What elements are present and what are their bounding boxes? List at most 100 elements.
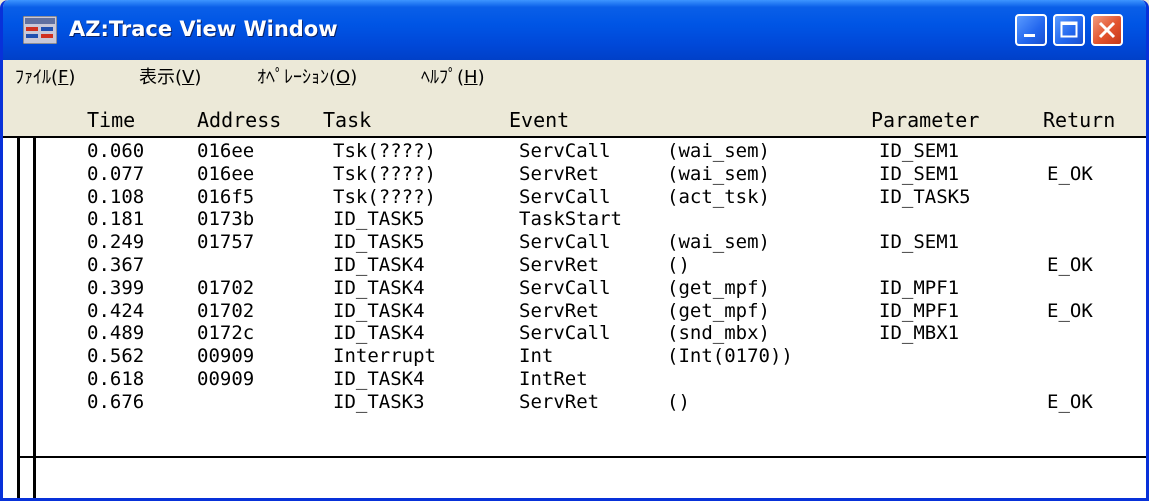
table-row[interactable]: 0.618 00909 ID_TASK4 IntRet	[3, 368, 1146, 391]
menu-file-key: F	[58, 67, 69, 88]
cell-task: ID_TASK4	[333, 253, 425, 276]
cell-event: ServRet	[519, 299, 600, 322]
maximize-button[interactable]	[1053, 14, 1085, 46]
cell-time: 0.676	[87, 390, 145, 413]
cell-time: 0.399	[87, 276, 145, 299]
menu-bar: ﾌｧｲﾙ(F) 表示(V) ｵﾍﾟﾚｰｼｮﾝ(O) ﾍﾙﾌﾟ(H)	[3, 60, 1146, 96]
cell-address: 016ee	[197, 162, 255, 185]
cell-param: ID_TASK5	[879, 185, 971, 208]
cell-time: 0.077	[87, 162, 145, 185]
menu-view[interactable]: 表示(V)	[139, 66, 201, 90]
cell-param: ID_MPF1	[879, 276, 960, 299]
close-button[interactable]	[1091, 14, 1123, 46]
cell-ret: E_OK	[1047, 390, 1093, 413]
cell-task: ID_TASK4	[333, 367, 425, 390]
col-time[interactable]: Time	[87, 108, 135, 132]
cell-ret: E_OK	[1047, 253, 1093, 276]
table-row[interactable]: 0.489 0172c ID_TASK4 ServCall (snd_mbx) ID_MB…	[3, 322, 1146, 345]
col-address[interactable]: Address	[197, 108, 281, 132]
cell-event: ServRet	[519, 253, 600, 276]
menu-operation-key: O	[336, 67, 351, 88]
table-row[interactable]: 0.181 0173b ID_TASK5 TaskStart	[3, 208, 1146, 231]
col-return[interactable]: Return	[1043, 108, 1115, 132]
maximize-icon	[1060, 21, 1078, 38]
cell-event: ServCall	[519, 185, 611, 208]
cell-event: ServCall	[519, 276, 611, 299]
cell-time: 0.618	[87, 367, 145, 390]
minimize-button[interactable]	[1015, 14, 1047, 46]
table-row[interactable]: 0.676 ID_TASK3 ServRet () E_OK	[3, 391, 1146, 414]
cell-arg: (wai_sem)	[667, 231, 770, 254]
cell-task: ID_TASK4	[333, 299, 425, 322]
column-header: Time Address Task Event Parameter Return	[3, 102, 1146, 136]
menu-operation-label: ｵﾍﾟﾚｰｼｮﾝ(	[257, 67, 337, 88]
cell-task: ID_TASK5	[333, 231, 425, 254]
cell-param: ID_SEM1	[879, 162, 960, 185]
cell-task: Interrupt	[333, 345, 436, 368]
col-event[interactable]: Event	[509, 108, 569, 132]
menu-file-suffix: )	[68, 67, 76, 88]
menu-operation[interactable]: ｵﾍﾟﾚｰｼｮﾝ(O)	[257, 66, 357, 90]
cell-ret: E_OK	[1047, 162, 1093, 185]
table-row[interactable]: 0.108 016f5 Tsk(????) ServCall (act_tsk) ID_T…	[3, 186, 1146, 209]
cell-event: ServCall	[519, 322, 611, 345]
cell-time: 0.562	[87, 345, 145, 368]
cell-event: ServRet	[519, 390, 600, 413]
trace-rows: 0.060 016ee Tsk(????) ServCall (wai_sem) ID_S…	[3, 140, 1146, 414]
title-bar[interactable]: AZ:Trace View Window	[3, 0, 1146, 60]
cell-arg: ()	[667, 390, 690, 413]
cell-event: ServCall	[519, 140, 611, 162]
cell-task: ID_TASK4	[333, 322, 425, 345]
cell-task: ID_TASK3	[333, 390, 425, 413]
table-row[interactable]: 0.399 01702 ID_TASK4 ServCall (get_mpf) ID_MP…	[3, 277, 1146, 300]
cell-param: ID_SEM1	[879, 140, 960, 162]
menu-view-suffix: )	[194, 67, 202, 88]
menu-help-suffix: )	[477, 67, 485, 88]
cell-address: 0172c	[197, 322, 255, 345]
cell-param: ID_MBX1	[879, 322, 960, 345]
cell-task: ID_TASK4	[333, 276, 425, 299]
menu-file-label: ﾌｧｲﾙ(	[15, 67, 59, 88]
cell-event: IntRet	[519, 367, 588, 390]
cell-task: Tsk(????)	[333, 162, 436, 185]
table-row[interactable]: 0.424 01702 ID_TASK4 ServRet (get_mpf) ID_MPF…	[3, 300, 1146, 323]
cell-arg: (wai_sem)	[667, 140, 770, 162]
menu-help-key: H	[464, 67, 478, 88]
cell-arg: (get_mpf)	[667, 276, 770, 299]
cell-address: 0173b	[197, 208, 255, 231]
trace-list[interactable]: 0.060 016ee Tsk(????) ServCall (wai_sem) ID_S…	[3, 136, 1146, 498]
menu-file[interactable]: ﾌｧｲﾙ(F)	[15, 66, 75, 90]
cell-arg: (Int(0170))	[667, 345, 793, 368]
menu-view-label: 表示(	[139, 67, 183, 88]
table-row[interactable]: 0.060 016ee Tsk(????) ServCall (wai_sem) ID_S…	[3, 140, 1146, 163]
close-icon	[1098, 21, 1116, 39]
menu-help-label: ﾍﾙﾌﾟ(	[421, 67, 465, 88]
cell-time: 0.249	[87, 231, 145, 254]
cell-time: 0.060	[87, 140, 145, 162]
table-row[interactable]: 0.367 ID_TASK4 ServRet () E_OK	[3, 254, 1146, 277]
table-row[interactable]: 0.249 01757 ID_TASK5 ServCall (wai_sem) ID_SE…	[3, 231, 1146, 254]
cell-address: 016f5	[197, 185, 255, 208]
cell-address: 00909	[197, 345, 255, 368]
col-parameter[interactable]: Parameter	[871, 108, 979, 132]
window-title: AZ:Trace View Window	[69, 17, 338, 41]
cell-event: TaskStart	[519, 208, 622, 231]
table-row[interactable]: 0.077 016ee Tsk(????) ServRet (wai_sem) ID_SE…	[3, 163, 1146, 186]
menu-operation-suffix: )	[350, 67, 358, 88]
cell-task: Tsk(????)	[333, 140, 436, 162]
col-task[interactable]: Task	[323, 108, 371, 132]
cell-arg: (act_tsk)	[667, 185, 770, 208]
cell-event: ServRet	[519, 162, 600, 185]
cell-task: Tsk(????)	[333, 185, 436, 208]
cell-param: ID_MPF1	[879, 299, 960, 322]
cell-address: 01702	[197, 299, 255, 322]
menu-help[interactable]: ﾍﾙﾌﾟ(H)	[421, 66, 485, 90]
table-row[interactable]: 0.562 00909 Interrupt Int (Int(0170))	[3, 345, 1146, 368]
cell-time: 0.367	[87, 253, 145, 276]
cell-arg: ()	[667, 253, 690, 276]
cell-address: 01702	[197, 276, 255, 299]
cell-arg: (snd_mbx)	[667, 322, 770, 345]
list-end-line	[17, 456, 1146, 458]
cell-time: 0.181	[87, 208, 145, 231]
cell-arg: (get_mpf)	[667, 299, 770, 322]
